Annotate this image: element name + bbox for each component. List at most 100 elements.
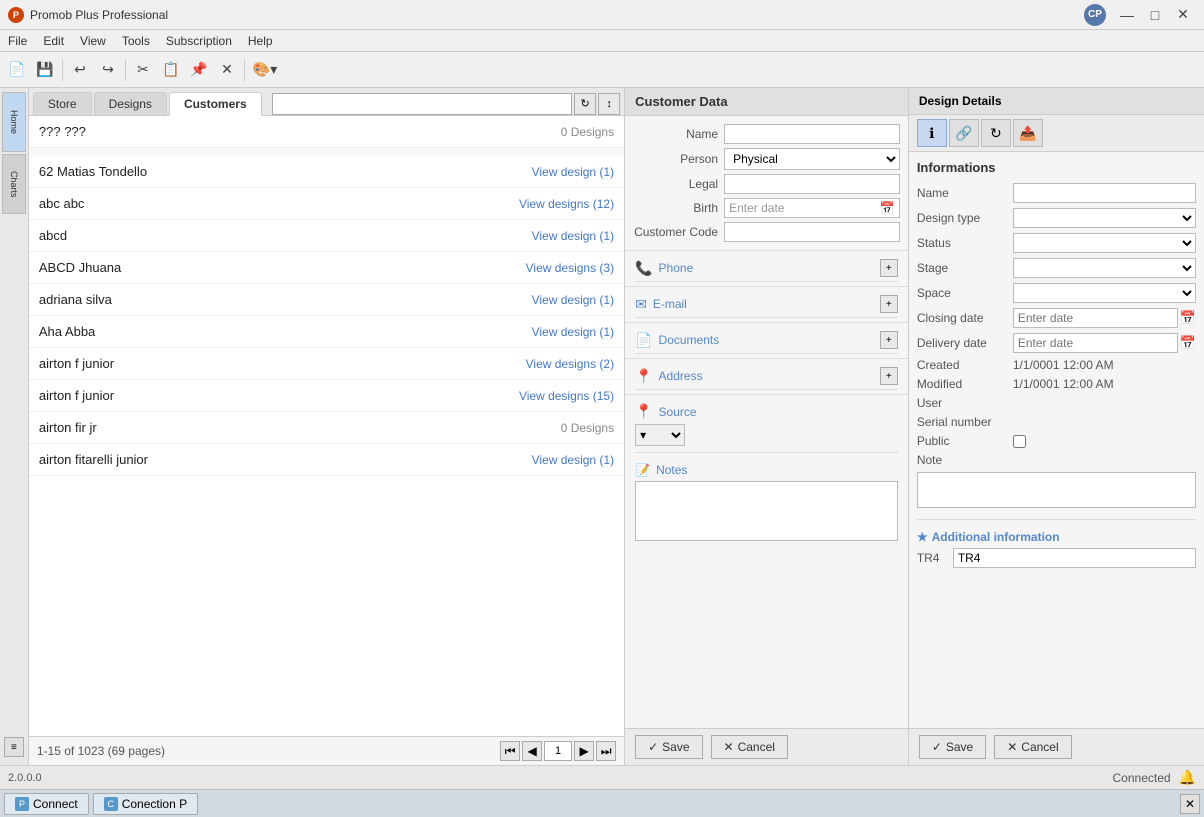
design-refresh-button[interactable]: ↻ bbox=[981, 119, 1011, 147]
customer-save-button[interactable]: ✓ Save bbox=[635, 735, 702, 759]
created-value: 1/1/0001 12:00 AM bbox=[1013, 358, 1114, 372]
side-charts-button[interactable]: Charts bbox=[2, 154, 26, 214]
delivery-date-input[interactable] bbox=[1013, 333, 1178, 353]
tab-customers[interactable]: Customers bbox=[169, 92, 262, 116]
prev-page-button[interactable]: ◀ bbox=[522, 741, 542, 761]
copy-button[interactable]: 📋 bbox=[158, 57, 184, 83]
address-expand-button[interactable]: + bbox=[880, 367, 898, 385]
list-item[interactable]: adriana silva View design (1) bbox=[29, 284, 624, 316]
design-status-select[interactable] bbox=[1013, 233, 1196, 253]
sort-list-button[interactable]: ↕ bbox=[598, 93, 620, 115]
menu-view[interactable]: View bbox=[72, 32, 114, 50]
customer-action[interactable]: View design (1) bbox=[532, 229, 615, 243]
design-name-input[interactable] bbox=[1013, 183, 1196, 203]
taskbar-close-button[interactable]: ✕ bbox=[1180, 794, 1200, 814]
refresh-list-button[interactable]: ↻ bbox=[574, 93, 596, 115]
close-button[interactable]: ✕ bbox=[1170, 5, 1196, 25]
customer-action[interactable]: View designs (3) bbox=[526, 261, 615, 275]
search-input[interactable] bbox=[272, 93, 572, 115]
last-page-button[interactable]: ⏭ bbox=[596, 741, 616, 761]
menu-subscription[interactable]: Subscription bbox=[158, 32, 240, 50]
customer-list-panel: Store Designs Customers ↻ ↕ ??? ??? 0 De… bbox=[29, 88, 625, 765]
redo-button[interactable]: ↪ bbox=[95, 57, 121, 83]
design-form-scroll[interactable]: Informations Name Design type Status Sta… bbox=[909, 152, 1204, 728]
customer-action[interactable]: View design (1) bbox=[532, 325, 615, 339]
save-toolbar-button[interactable]: 💾 bbox=[32, 57, 58, 83]
connection-p-button[interactable]: C Conection P bbox=[93, 793, 198, 815]
list-item[interactable]: airton fir jr 0 Designs bbox=[29, 412, 624, 444]
list-item[interactable]: ??? ??? 0 Designs bbox=[29, 116, 624, 148]
source-section-header[interactable]: 📍 Source bbox=[625, 395, 908, 424]
public-checkbox[interactable] bbox=[1013, 435, 1026, 448]
minimize-button[interactable]: — bbox=[1114, 5, 1140, 25]
page-number-input[interactable] bbox=[544, 741, 572, 761]
list-item[interactable]: airton f junior View designs (15) bbox=[29, 380, 624, 412]
customer-name: abc abc bbox=[39, 196, 85, 211]
list-item[interactable]: airton fitarelli junior View design (1) bbox=[29, 444, 624, 476]
side-bottom-button[interactable]: ≡ bbox=[4, 737, 24, 757]
list-item[interactable]: 62 Matias Tondello View design (1) bbox=[29, 156, 624, 188]
design-space-select[interactable] bbox=[1013, 283, 1196, 303]
legal-input[interactable] bbox=[724, 174, 900, 194]
email-expand-button[interactable]: + bbox=[880, 295, 898, 313]
design-space-label: Space bbox=[917, 286, 1007, 300]
list-item[interactable]: abcd View design (1) bbox=[29, 220, 624, 252]
notes-textarea[interactable] bbox=[635, 481, 898, 541]
paste-button[interactable]: 📌 bbox=[186, 57, 212, 83]
notification-bell-icon: 🔔 bbox=[1179, 769, 1196, 786]
design-type-select[interactable] bbox=[1013, 208, 1196, 228]
side-home-button[interactable]: Home bbox=[2, 92, 26, 152]
address-section-header[interactable]: 📍 Address + bbox=[625, 359, 908, 389]
documents-expand-button[interactable]: + bbox=[880, 331, 898, 349]
phone-section-header[interactable]: 📞 Phone + bbox=[625, 251, 908, 281]
documents-section-header[interactable]: 📄 Documents + bbox=[625, 323, 908, 353]
customer-action[interactable]: View design (1) bbox=[532, 165, 615, 179]
design-save-button[interactable]: ✓ Save bbox=[919, 735, 986, 759]
list-item[interactable]: abc abc View designs (12) bbox=[29, 188, 624, 220]
menu-tools[interactable]: Tools bbox=[114, 32, 158, 50]
menu-file[interactable]: File bbox=[0, 32, 35, 50]
design-link-button[interactable]: 🔗 bbox=[949, 119, 979, 147]
tab-designs[interactable]: Designs bbox=[94, 92, 167, 115]
customer-list-scroll[interactable]: ??? ??? 0 Designs 62 Matias Tondello Vie… bbox=[29, 116, 624, 736]
customer-action[interactable]: View design (1) bbox=[532, 293, 615, 307]
design-cancel-button[interactable]: ✕ Cancel bbox=[994, 735, 1071, 759]
design-stage-select[interactable] bbox=[1013, 258, 1196, 278]
undo-button[interactable]: ↩ bbox=[67, 57, 93, 83]
first-page-button[interactable]: ⏮ bbox=[500, 741, 520, 761]
notes-header: 📝 Notes bbox=[635, 463, 898, 477]
email-section-header[interactable]: ✉ E-mail + bbox=[625, 287, 908, 317]
maximize-button[interactable]: □ bbox=[1142, 5, 1168, 25]
customer-action[interactable]: View designs (15) bbox=[519, 389, 614, 403]
connect-button[interactable]: P Connect bbox=[4, 793, 89, 815]
customer-action[interactable]: View designs (2) bbox=[526, 357, 615, 371]
phone-expand-button[interactable]: + bbox=[880, 259, 898, 277]
design-export-button[interactable]: 📤 bbox=[1013, 119, 1043, 147]
customer-cancel-button[interactable]: ✕ Cancel bbox=[711, 735, 788, 759]
new-button[interactable]: 📄 bbox=[4, 57, 30, 83]
color-picker-button[interactable]: 🎨▾ bbox=[249, 57, 281, 83]
form-row-name: Name bbox=[633, 124, 900, 144]
source-dropdown[interactable]: ▾ bbox=[635, 424, 685, 446]
list-item[interactable]: airton f junior View designs (2) bbox=[29, 348, 624, 380]
tab-store[interactable]: Store bbox=[33, 92, 92, 115]
birth-date-input[interactable]: Enter date 📅 bbox=[724, 198, 900, 218]
list-item[interactable]: Aha Abba View design (1) bbox=[29, 316, 624, 348]
customer-action[interactable]: View designs (12) bbox=[519, 197, 614, 211]
customer-code-input[interactable] bbox=[724, 222, 900, 242]
phone-section: 📞 Phone + bbox=[625, 250, 908, 286]
design-info-button[interactable]: ℹ bbox=[917, 119, 947, 147]
closing-date-input[interactable] bbox=[1013, 308, 1178, 328]
design-stage-label: Stage bbox=[917, 261, 1007, 275]
person-select[interactable]: Physical Legal bbox=[724, 148, 900, 170]
menu-edit[interactable]: Edit bbox=[35, 32, 72, 50]
cut-button[interactable]: ✂ bbox=[130, 57, 156, 83]
note-textarea[interactable] bbox=[917, 472, 1196, 508]
list-item[interactable]: ABCD Jhuana View designs (3) bbox=[29, 252, 624, 284]
customer-action[interactable]: View design (1) bbox=[532, 453, 615, 467]
additional-value-input[interactable] bbox=[953, 548, 1196, 568]
delete-button[interactable]: ✕ bbox=[214, 57, 240, 83]
name-input[interactable] bbox=[724, 124, 900, 144]
next-page-button[interactable]: ▶ bbox=[574, 741, 594, 761]
menu-help[interactable]: Help bbox=[240, 32, 281, 50]
